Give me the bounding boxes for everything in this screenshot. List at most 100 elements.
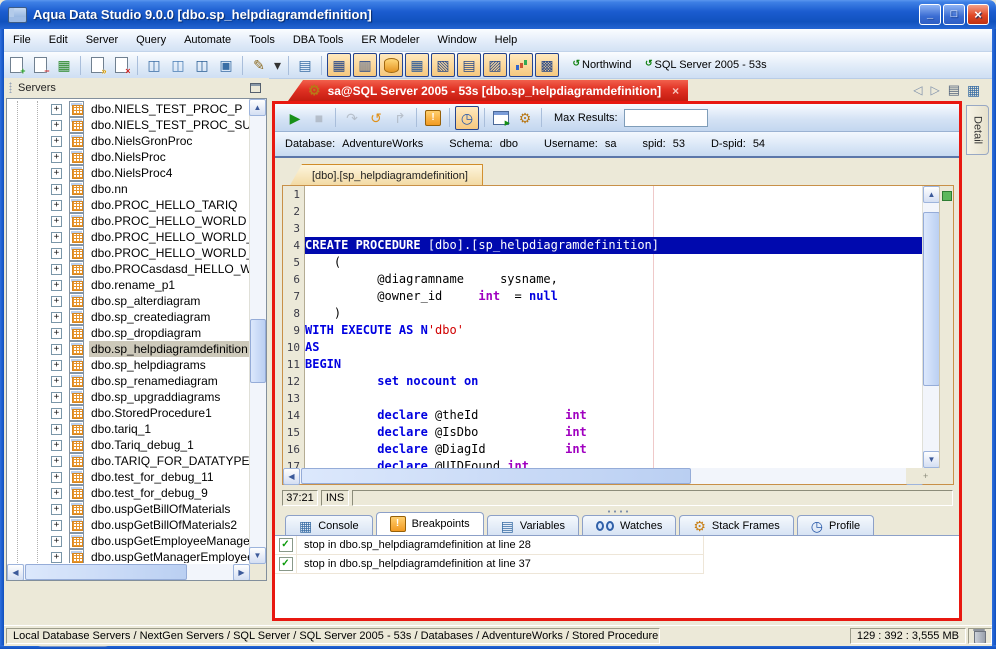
tree-expand-icon[interactable]: + xyxy=(51,535,62,547)
tree-item-dbo-proc-hello-tariq[interactable]: + dbo.PROC_HELLO_TARIQ xyxy=(7,197,249,213)
tree-item-dbo-sp-renamediagram[interactable]: + dbo.sp_renamediagram xyxy=(7,373,249,389)
tree-item-dbo-sp-helpdiagramdefinition[interactable]: + dbo.sp_helpdiagramdefinition xyxy=(7,341,249,357)
play-button[interactable]: ▶ xyxy=(283,106,307,130)
line-number[interactable]: 9 xyxy=(283,322,304,339)
tree-expand-icon[interactable]: + xyxy=(51,295,62,307)
schema-browser-button[interactable]: ▤ xyxy=(293,53,317,77)
tree-expand-icon[interactable]: + xyxy=(51,503,62,515)
menu-item-window[interactable]: Window xyxy=(429,31,486,49)
tree-expand-icon[interactable]: + xyxy=(51,487,62,499)
tree-expand-icon[interactable]: + xyxy=(51,263,62,275)
line-number[interactable]: 4 xyxy=(283,237,304,254)
tree-scroll-down-icon[interactable]: ▼ xyxy=(249,547,266,564)
menu-item-help[interactable]: Help xyxy=(486,31,527,49)
code-line-8[interactable]: BEGIN xyxy=(305,356,923,373)
menu-item-tools[interactable]: Tools xyxy=(240,31,284,49)
line-number[interactable]: 10 xyxy=(283,339,304,356)
tree-item-dbo-proc-hello-world-tariq[interactable]: + dbo.PROC_HELLO_WORLD_tariq xyxy=(7,245,249,261)
line-number[interactable]: 2 xyxy=(283,203,304,220)
tree-item-dbo-sp-alterdiagram[interactable]: + dbo.sp_alterdiagram xyxy=(7,293,249,309)
disconnect-server-button[interactable]: × xyxy=(109,53,133,77)
tree-expand-icon[interactable]: + xyxy=(51,231,62,243)
menu-item-query[interactable]: Query xyxy=(127,31,175,49)
editor-scroll-left-icon[interactable]: ◀ xyxy=(283,468,300,485)
connect-server-button[interactable]: » xyxy=(85,53,109,77)
list-view-button[interactable]: ▤ xyxy=(457,53,481,77)
editor-resize-grip[interactable]: + xyxy=(906,468,953,484)
tree-expand-icon[interactable]: + xyxy=(51,167,62,179)
editor-vscroll-thumb[interactable] xyxy=(923,212,940,386)
tree-expand-icon[interactable]: + xyxy=(51,199,62,211)
tab-watches[interactable]: Watches xyxy=(581,515,677,535)
tree-item-dbo-uspgetmanageremployees[interactable]: + dbo.uspGetManagerEmployees xyxy=(7,549,249,563)
diagram-button[interactable]: ▧ xyxy=(431,53,455,77)
line-number[interactable]: 1 xyxy=(283,186,304,203)
tree-scroll-left-icon[interactable]: ◀ xyxy=(7,564,24,580)
menu-item-dba-tools[interactable]: DBA Tools xyxy=(284,31,353,49)
tree-expand-icon[interactable]: + xyxy=(51,119,62,131)
prev-tab-icon[interactable]: ◁ xyxy=(913,83,922,97)
tab-close-icon[interactable]: × xyxy=(672,84,679,98)
tree-item-dbo-niels-test-proc-sub[interactable]: + dbo.NIELS_TEST_PROC_SUB xyxy=(7,117,249,133)
tree-expand-icon[interactable]: + xyxy=(51,471,62,483)
document-tab-active[interactable]: ⚙ sa@SQL Server 2005 - 53s [dbo.sp_helpd… xyxy=(288,80,689,101)
new-query-button[interactable]: ✎ xyxy=(247,53,271,77)
tree-expand-icon[interactable]: + xyxy=(51,311,62,323)
tree-item-dbo-nn[interactable]: + dbo.nn xyxy=(7,181,249,197)
code-line-1[interactable]: CREATE PROCEDURE [dbo].[sp_helpdiagramde… xyxy=(305,237,923,254)
tree-expand-icon[interactable]: + xyxy=(51,279,62,291)
results-grid-button[interactable]: ▦ xyxy=(52,53,76,77)
gears-window-button[interactable]: ⚙ xyxy=(513,106,537,130)
editor-hscroll-thumb[interactable] xyxy=(301,468,691,484)
detail-grid-button[interactable]: ▦ xyxy=(967,82,980,100)
breakpoint-button[interactable]: ! xyxy=(421,106,445,130)
tree-item-dbo-nielsgronproc[interactable]: + dbo.NielsGronProc xyxy=(7,133,249,149)
breakpoint-row[interactable]: ✓ stop in dbo.sp_helpdiagramdefinition at… xyxy=(275,536,704,555)
tree-expand-icon[interactable]: + xyxy=(51,519,62,531)
line-number[interactable]: 5 xyxy=(283,254,304,271)
connection-button-northwind[interactable]: Northwind xyxy=(570,57,639,73)
editor-vscrollbar[interactable]: ▲ ▼ xyxy=(922,186,940,468)
tree-expand-icon[interactable]: + xyxy=(51,423,62,435)
tree-expand-icon[interactable]: + xyxy=(51,151,62,163)
editor-hscrollbar[interactable]: ◀ ▶ xyxy=(283,468,923,485)
code-line-6[interactable]: WITH EXECUTE AS N'dbo' xyxy=(305,322,923,339)
tree-scroll-right-icon[interactable]: ▶ xyxy=(233,564,250,580)
tree-item-dbo-storedprocedure1[interactable]: + dbo.StoredProcedure1 xyxy=(7,405,249,421)
tab-list-icon[interactable]: ▤ xyxy=(948,82,960,98)
dropdown-button[interactable]: ▾ xyxy=(271,53,284,77)
code-area[interactable]: CREATE PROCEDURE [dbo].[sp_helpdiagramde… xyxy=(305,186,923,468)
tab-profile[interactable]: ◷ Profile xyxy=(796,515,875,535)
breakpoint-row[interactable]: ✓ stop in dbo.sp_helpdiagramdefinition at… xyxy=(275,555,704,574)
close-button[interactable]: × xyxy=(967,4,989,25)
tree-item-dbo-uspgetbillofmaterials2[interactable]: + dbo.uspGetBillOfMaterials2 xyxy=(7,517,249,533)
tree-expand-icon[interactable]: + xyxy=(51,359,62,371)
code-line-12[interactable]: declare @IsDbo int xyxy=(305,424,923,441)
menu-item-server[interactable]: Server xyxy=(77,31,127,49)
connection-button-sql-server-2005-53s[interactable]: SQL Server 2005 - 53s xyxy=(643,57,774,73)
tree-expand-icon[interactable]: + xyxy=(51,455,62,467)
code-line-13[interactable]: declare @DiagId int xyxy=(305,441,923,458)
code-line-9[interactable]: set nocount on xyxy=(305,373,923,390)
table-data-button[interactable]: ▦ xyxy=(327,53,351,77)
form-view-button[interactable]: ▥ xyxy=(353,53,377,77)
tree-scroll-up-icon[interactable]: ▲ xyxy=(249,99,266,116)
tab-variables[interactable]: ▤ Variables xyxy=(486,515,579,535)
tree-item-dbo-tariq-1[interactable]: + dbo.tariq_1 xyxy=(7,421,249,437)
line-number[interactable]: 3 xyxy=(283,220,304,237)
editor-scroll-up-icon[interactable]: ▲ xyxy=(923,186,940,203)
chart-button[interactable] xyxy=(509,53,533,77)
line-number[interactable]: 14 xyxy=(283,407,304,424)
cascade-windows-button[interactable]: ▣ xyxy=(214,53,238,77)
table-grid-button[interactable]: ▦ xyxy=(405,53,429,77)
database-button[interactable] xyxy=(379,53,403,77)
tree-item-dbo-proc-hello-world[interactable]: + dbo.PROC_HELLO_WORLD xyxy=(7,213,249,229)
tree-expand-icon[interactable]: + xyxy=(51,135,62,147)
menu-item-edit[interactable]: Edit xyxy=(40,31,77,49)
query-analyzer-button[interactable]: ◫ xyxy=(142,53,166,77)
menu-item-file[interactable]: File xyxy=(4,31,40,49)
grid-view-button[interactable]: ▩ xyxy=(535,53,559,77)
code-line-10[interactable] xyxy=(305,390,923,407)
tree-item-dbo-uspgetbillofmaterials[interactable]: + dbo.uspGetBillOfMaterials xyxy=(7,501,249,517)
tree-vscroll-thumb[interactable] xyxy=(250,319,266,383)
